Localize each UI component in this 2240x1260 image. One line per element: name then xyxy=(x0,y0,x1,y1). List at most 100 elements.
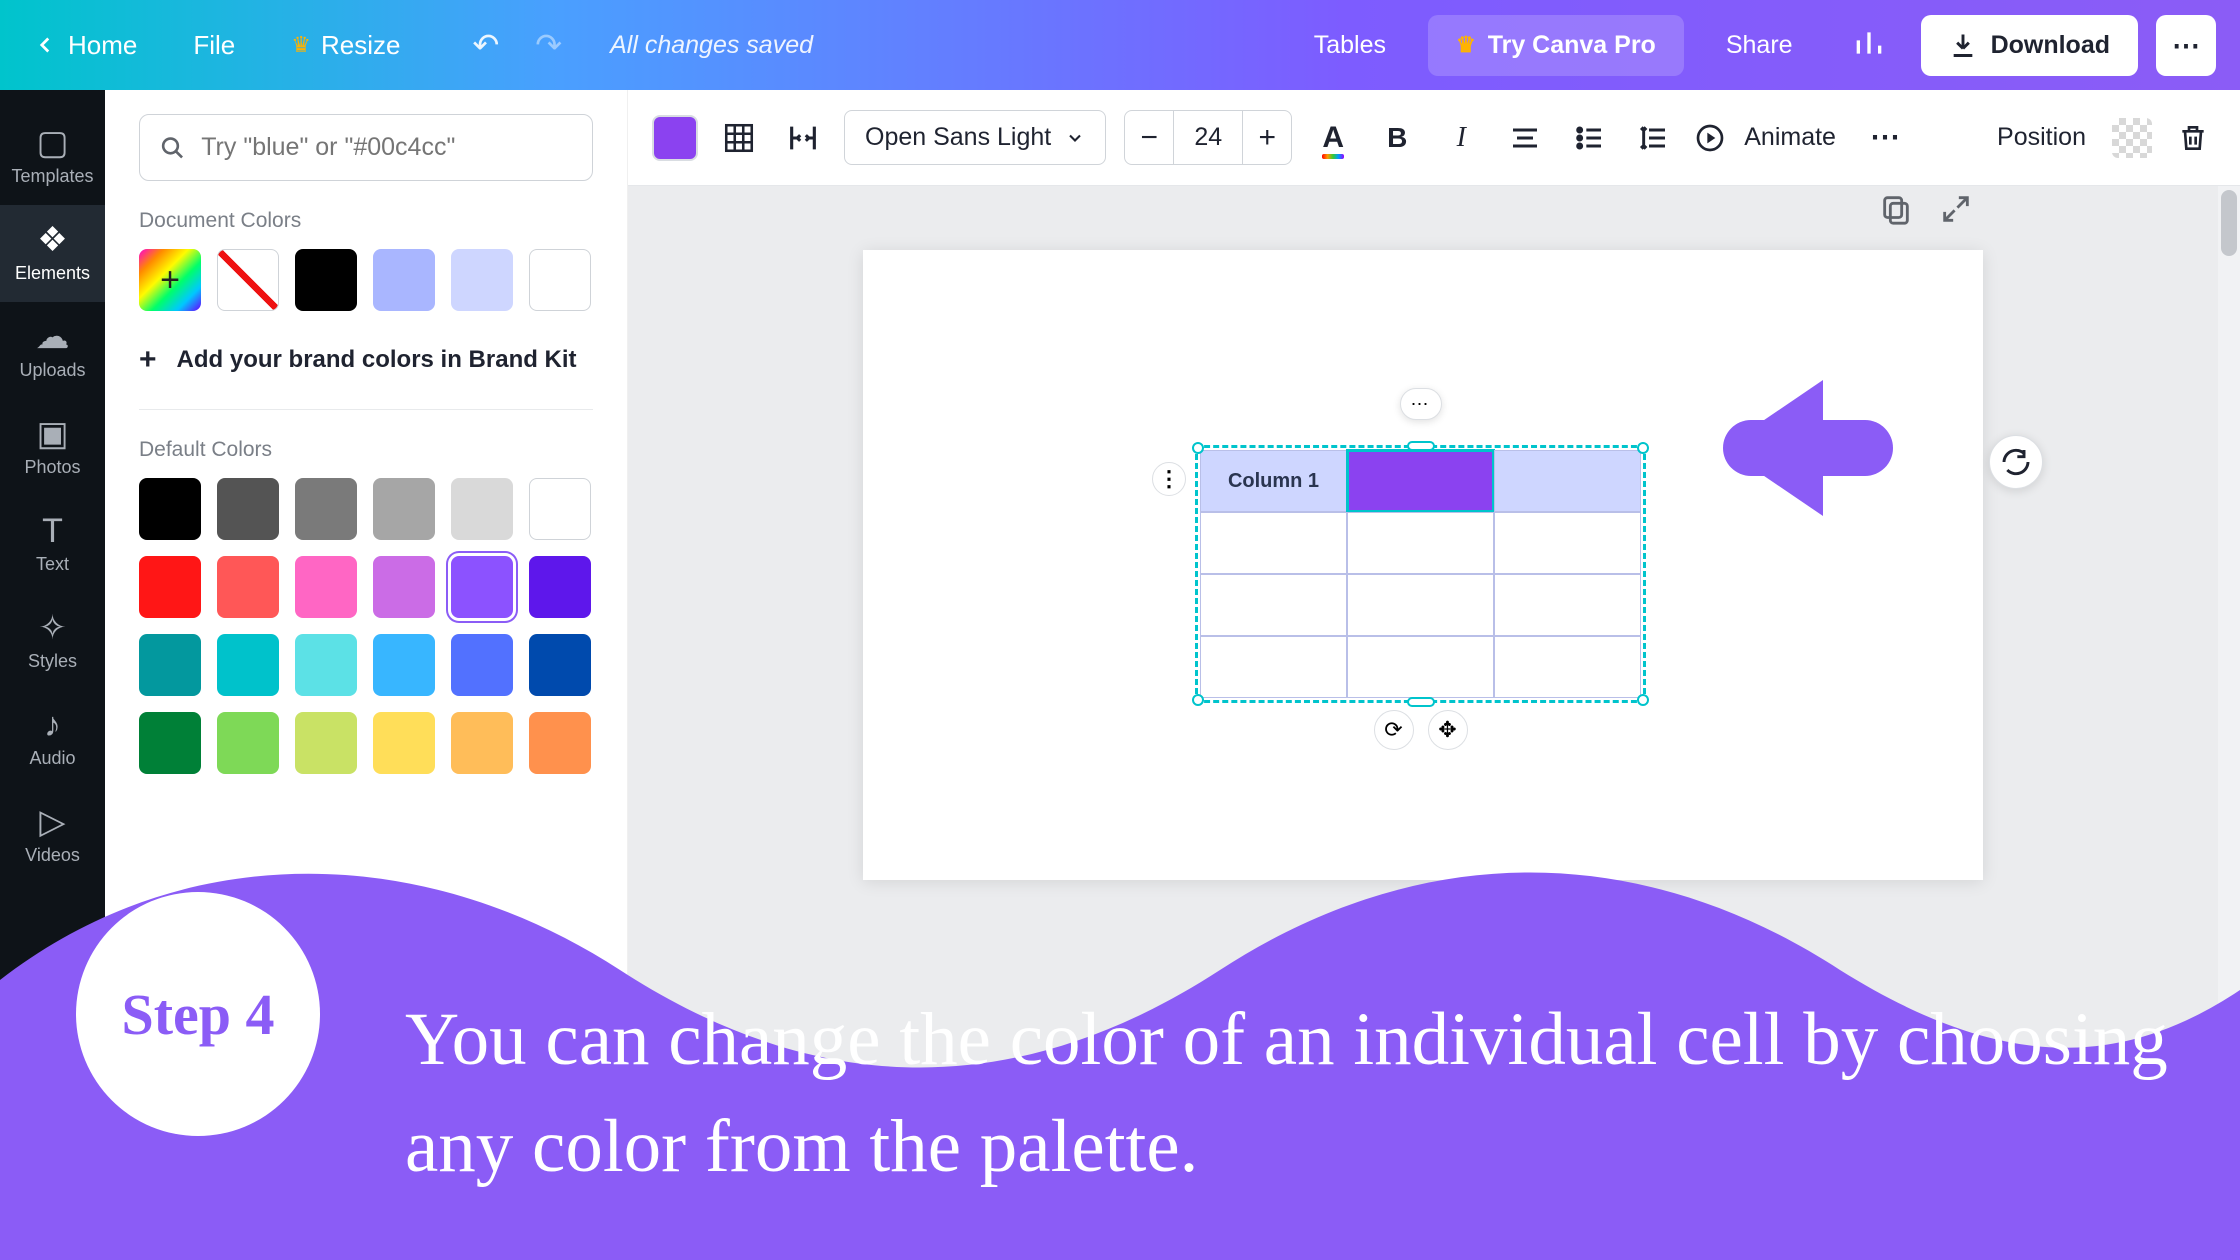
share-button[interactable]: Share xyxy=(1702,15,1817,76)
brand-kit-row[interactable]: + Add your brand colors in Brand Kit xyxy=(139,311,593,410)
resize-handle[interactable] xyxy=(1637,694,1649,706)
position-button[interactable]: Position xyxy=(1989,123,2094,152)
download-button[interactable]: Download xyxy=(1921,15,2138,76)
font-size-plus[interactable]: + xyxy=(1243,112,1291,164)
table-header-cell[interactable] xyxy=(1494,450,1641,512)
color-swatch[interactable] xyxy=(295,556,357,618)
expand-page-icon[interactable] xyxy=(1939,192,1973,226)
italic-button[interactable]: I xyxy=(1438,115,1484,161)
color-swatch[interactable] xyxy=(295,712,357,774)
table-cell[interactable] xyxy=(1347,574,1494,636)
color-swatch[interactable] xyxy=(529,556,591,618)
alignment-button[interactable] xyxy=(1502,115,1548,161)
default-colors-title: Default Colors xyxy=(139,438,593,462)
color-swatch[interactable] xyxy=(373,478,435,540)
list-button[interactable] xyxy=(1566,115,1612,161)
home-button[interactable]: Home xyxy=(24,14,161,77)
color-swatch[interactable] xyxy=(451,478,513,540)
font-size-value[interactable]: 24 xyxy=(1173,111,1243,164)
duplicate-page-icon[interactable] xyxy=(1879,192,1913,226)
color-search-input[interactable] xyxy=(201,133,572,162)
table-header-cell-selected[interactable] xyxy=(1347,450,1494,512)
rail-item-photos[interactable]: ▣Photos xyxy=(0,399,105,496)
no-color-swatch[interactable] xyxy=(217,249,279,311)
color-swatch[interactable] xyxy=(529,712,591,774)
color-swatch[interactable] xyxy=(139,478,201,540)
rail-item-templates[interactable]: ▢Templates xyxy=(0,108,105,205)
color-swatch[interactable] xyxy=(295,249,357,311)
color-swatch[interactable] xyxy=(451,556,513,618)
text-color-button[interactable]: A xyxy=(1310,115,1356,161)
crown-icon: ♛ xyxy=(291,32,311,58)
table-floating-menu[interactable]: ⋯ xyxy=(1400,388,1442,420)
border-style-button[interactable] xyxy=(716,115,762,161)
color-swatch[interactable] xyxy=(451,249,513,311)
resize-button[interactable]: ♛ Resize xyxy=(267,14,424,77)
animate-button[interactable]: Animate xyxy=(1694,122,1844,154)
resize-handle[interactable] xyxy=(1192,442,1204,454)
font-size-minus[interactable]: − xyxy=(1125,112,1173,164)
resize-handle[interactable] xyxy=(1407,697,1435,707)
font-size-control: − 24 + xyxy=(1124,110,1292,165)
color-swatch[interactable] xyxy=(373,556,435,618)
table-element[interactable]: ⋯ ⋮ Column 1 ⟳ ✥ xyxy=(1195,445,1646,703)
tables-button[interactable]: Tables xyxy=(1290,15,1410,76)
table-cell[interactable] xyxy=(1200,512,1347,574)
font-dropdown[interactable]: Open Sans Light xyxy=(844,110,1106,165)
rail-item-uploads[interactable]: ☁Uploads xyxy=(0,302,105,399)
redo-icon[interactable]: ↷ xyxy=(535,26,562,64)
color-swatch[interactable] xyxy=(373,712,435,774)
file-menu[interactable]: File xyxy=(169,14,259,77)
table-header-cell[interactable]: Column 1 xyxy=(1200,450,1347,512)
color-swatch[interactable] xyxy=(451,712,513,774)
move-button[interactable]: ✥ xyxy=(1428,710,1468,750)
color-swatch[interactable] xyxy=(217,556,279,618)
delete-button[interactable] xyxy=(2170,115,2216,161)
table-cell[interactable] xyxy=(1347,636,1494,698)
column-width-button[interactable] xyxy=(780,115,826,161)
add-color-swatch[interactable]: + xyxy=(139,249,201,311)
color-swatch[interactable] xyxy=(451,634,513,696)
table-cell[interactable] xyxy=(1494,512,1641,574)
rail-item-styles[interactable]: ✧Styles xyxy=(0,593,105,690)
color-swatch[interactable] xyxy=(139,712,201,774)
color-swatch[interactable] xyxy=(373,249,435,311)
color-swatch[interactable] xyxy=(295,478,357,540)
resize-handle[interactable] xyxy=(1192,694,1204,706)
table-row-menu[interactable]: ⋮ xyxy=(1152,462,1186,496)
rotate-button[interactable]: ⟳ xyxy=(1374,710,1414,750)
resize-handle[interactable] xyxy=(1637,442,1649,454)
spacing-button[interactable] xyxy=(1630,115,1676,161)
table-cell[interactable] xyxy=(1347,512,1494,574)
color-swatch[interactable] xyxy=(217,634,279,696)
insights-button[interactable] xyxy=(1835,13,1903,78)
table-cell[interactable] xyxy=(1200,636,1347,698)
rail-item-elements[interactable]: ❖Elements xyxy=(0,205,105,302)
design-canvas[interactable]: ⋯ ⋮ Column 1 ⟳ ✥ xyxy=(863,250,1983,880)
color-swatch[interactable] xyxy=(217,712,279,774)
table-cell[interactable] xyxy=(1494,574,1641,636)
table-cell[interactable] xyxy=(1200,574,1347,636)
color-swatch[interactable] xyxy=(139,634,201,696)
rail-item-text[interactable]: TText xyxy=(0,496,105,593)
color-swatch[interactable] xyxy=(529,249,591,311)
try-pro-button[interactable]: ♛ Try Canva Pro xyxy=(1428,15,1684,76)
resize-handle[interactable] xyxy=(1407,441,1435,451)
color-search[interactable] xyxy=(139,114,593,181)
rail-item-audio[interactable]: ♪Audio xyxy=(0,690,105,787)
color-swatch[interactable] xyxy=(217,478,279,540)
color-swatch[interactable] xyxy=(529,634,591,696)
more-options-button[interactable]: ⋯ xyxy=(1862,115,1908,161)
table-cell[interactable] xyxy=(1494,636,1641,698)
color-swatch[interactable] xyxy=(373,634,435,696)
more-button[interactable]: ⋯ xyxy=(2156,15,2216,76)
undo-icon[interactable]: ↶ xyxy=(472,26,499,64)
scrollbar-thumb[interactable] xyxy=(2221,190,2237,256)
color-swatch[interactable] xyxy=(139,556,201,618)
color-swatch[interactable] xyxy=(295,634,357,696)
color-swatch[interactable] xyxy=(529,478,591,540)
transparency-button[interactable] xyxy=(2112,118,2152,158)
fill-color-button[interactable] xyxy=(652,115,698,161)
regenerate-fab[interactable] xyxy=(1989,435,2043,489)
bold-button[interactable]: B xyxy=(1374,115,1420,161)
